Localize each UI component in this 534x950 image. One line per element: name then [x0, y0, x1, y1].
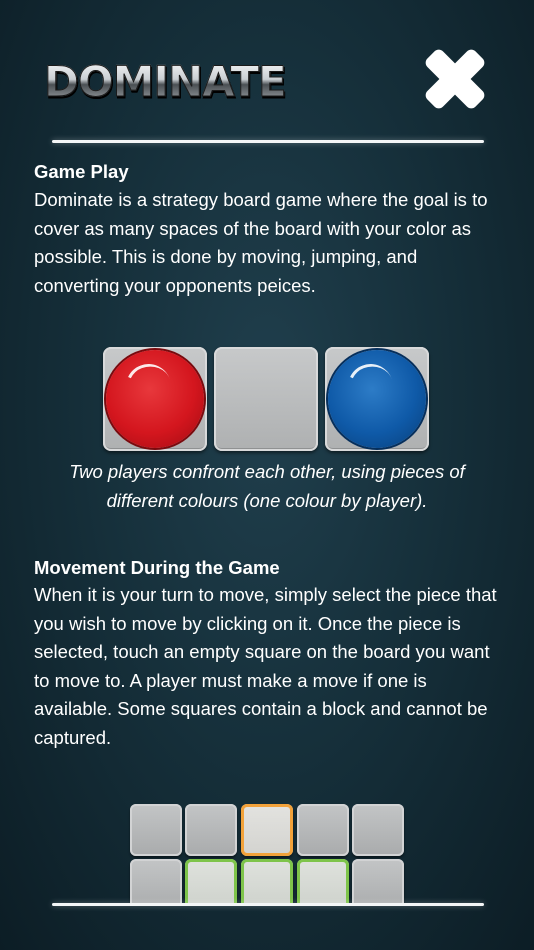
red-piece	[106, 350, 204, 448]
pieces-caption: Two players confront each other, using p…	[69, 461, 465, 511]
board-square	[130, 859, 182, 904]
close-x-icon	[425, 49, 485, 109]
board-square-target	[297, 859, 349, 904]
board-square-selected	[241, 804, 293, 856]
board-square	[352, 859, 404, 904]
game-play-text: Dominate is a strategy board game where …	[34, 189, 488, 296]
board-square	[130, 804, 182, 856]
board-square-target	[185, 859, 237, 904]
board-square	[297, 804, 349, 856]
section-title-game-play: Game Play	[34, 161, 129, 182]
board-illustration	[0, 800, 534, 904]
tile-red-piece	[103, 347, 207, 451]
blue-piece	[328, 350, 426, 448]
board-square	[352, 804, 404, 856]
board-square-target	[241, 859, 293, 904]
app-logo: DOMINATE	[44, 57, 288, 107]
board-square	[185, 804, 237, 856]
bottom-divider	[52, 903, 484, 906]
movement-text: When it is your turn to move, simply sel…	[34, 584, 497, 748]
section-title-movement: Movement During the Game	[34, 557, 280, 578]
tile-empty	[214, 347, 318, 451]
close-button[interactable]	[420, 44, 490, 114]
top-divider	[52, 140, 484, 143]
tile-blue-piece	[325, 347, 429, 451]
